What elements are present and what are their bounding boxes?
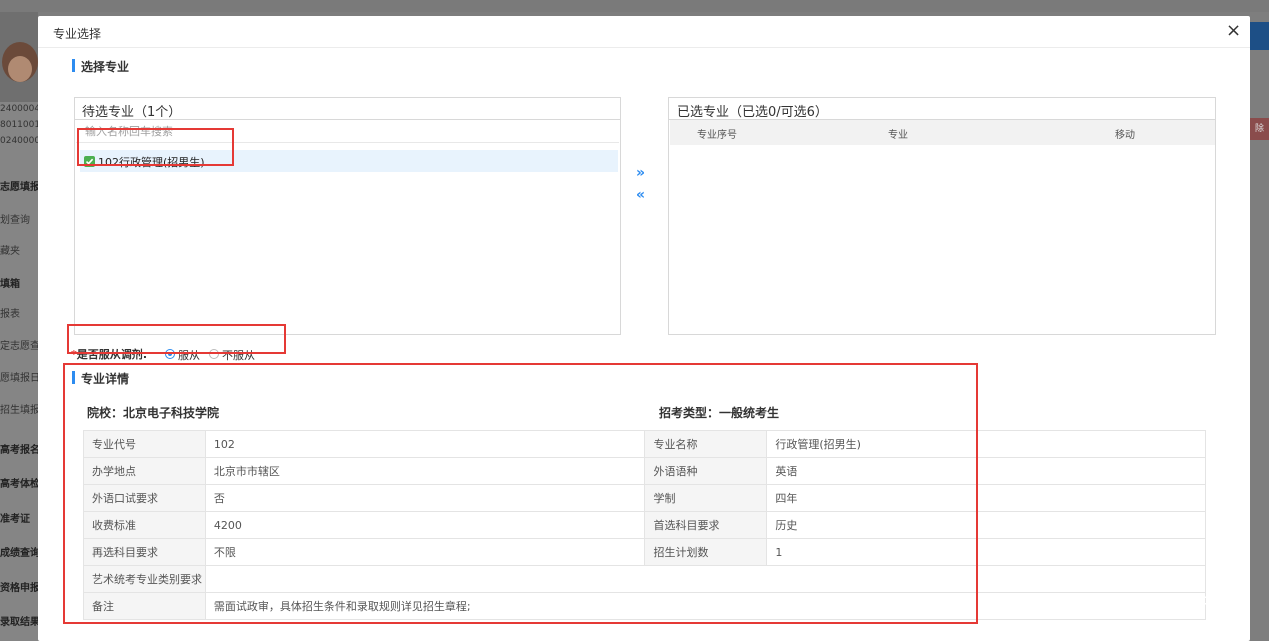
detail-value: 4200	[204, 511, 646, 539]
detail-key: 专业代号	[83, 430, 206, 458]
selected-majors-panel: 已选专业（已选0/可选6） 专业序号 专业 移动	[668, 97, 1216, 335]
sidebar-item: 志愿填报	[0, 182, 38, 193]
background-right-area	[1250, 12, 1269, 641]
dialog-body: 选择专业 待选专业（1个） 102行政管理(招男生) » « 已选专业（已选0/…	[38, 48, 1250, 641]
sidebar-item: 录取结果	[0, 617, 38, 628]
move-left-icon[interactable]: «	[636, 187, 645, 203]
detail-value: 需面试政审，具体招生条件和录取规则详见招生章程;	[204, 592, 1207, 620]
table-row: 收费标准 4200 首选科目要求 历史	[83, 511, 1206, 539]
sidebar-item: 藏夹	[0, 246, 20, 257]
sidebar-item: 愿填报日志	[0, 373, 38, 384]
id-line: 24000048	[0, 104, 38, 114]
divider	[75, 119, 620, 120]
table-row: 再选科目要求 不限 招生计划数 1	[83, 538, 1206, 566]
selected-table-header: 专业序号 专业 移动	[670, 120, 1215, 145]
detail-key: 艺术统考专业类别要求	[83, 565, 206, 593]
detail-table: 专业代号 102 专业名称 行政管理(招男生) 办学地点 北京市市辖区 外语语种…	[83, 430, 1207, 620]
background-sidebar: 24000048 8011001)3 02400004 志愿填报 划查询 藏夹 …	[0, 12, 38, 641]
sidebar-item: 准考证	[0, 514, 30, 525]
sidebar-item: 招生填报	[0, 405, 38, 416]
detail-key: 外语口试要求	[83, 484, 206, 512]
table-row: 办学地点 北京市市辖区 外语语种 英语	[83, 457, 1206, 485]
column-header: 专业	[888, 130, 908, 141]
id-line: 8011001)3	[0, 120, 38, 130]
major-select-dialog: 专业选择 × 选择专业 待选专业（1个） 102行政管理(招男生) » « 已选…	[38, 16, 1250, 641]
radio-obey-label[interactable]: 服从	[178, 347, 200, 363]
sidebar-item: 成绩查询	[0, 548, 38, 559]
detail-key: 再选科目要求	[83, 538, 206, 566]
detail-value: 否	[204, 484, 646, 512]
detail-key: 学制	[644, 484, 768, 512]
available-majors-panel: 待选专业（1个） 102行政管理(招男生)	[74, 97, 621, 335]
adjust-label: *是否服从调剂:	[71, 346, 147, 362]
list-item[interactable]: 102行政管理(招男生)	[80, 150, 618, 172]
sidebar-item: 高考体检	[0, 479, 38, 490]
detail-key: 备注	[83, 592, 206, 620]
background-delete-button: 除	[1250, 118, 1269, 140]
detail-value: 不限	[204, 538, 646, 566]
detail-key: 外语语种	[644, 457, 768, 485]
detail-value: 四年	[766, 484, 1206, 512]
table-row: 艺术统考专业类别要求	[83, 565, 1207, 593]
available-majors-title: 待选专业（1个）	[82, 105, 182, 120]
sidebar-item: 划查询	[0, 215, 30, 226]
dialog-header: 专业选择 ×	[38, 16, 1250, 48]
detail-value: 历史	[766, 511, 1206, 539]
sidebar-item: 报表	[0, 309, 20, 320]
section-title-detail: 专业详情	[72, 370, 129, 387]
background-topbar	[0, 0, 1269, 12]
search-input[interactable]	[76, 121, 619, 143]
detail-key: 收费标准	[83, 511, 206, 539]
school-name: 院校：北京电子科技学院	[87, 406, 220, 420]
radio-obey[interactable]	[165, 349, 175, 359]
table-row: 备注 需面试政审，具体招生条件和录取规则详见招生章程;	[83, 592, 1207, 620]
detail-key: 首选科目要求	[644, 511, 768, 539]
dialog-title: 专业选择	[53, 27, 102, 41]
table-row: 外语口试要求 否 学制 四年	[83, 484, 1206, 512]
radio-not-obey[interactable]	[209, 349, 219, 359]
table-row: 专业代号 102 专业名称 行政管理(招男生)	[83, 430, 1206, 458]
watermark: 高考直通车APP	[1093, 593, 1224, 615]
sidebar-item: 定志愿查询	[0, 341, 38, 352]
detail-key: 招生计划数	[644, 538, 768, 566]
sidebar-item: 填箱	[0, 279, 20, 290]
sidebar-item: 高考报名	[0, 445, 38, 456]
sidebar-item: 资格申报	[0, 583, 38, 594]
selected-majors-title: 已选专业（已选0/可选6）	[677, 105, 828, 120]
column-header: 专业序号	[697, 130, 737, 141]
detail-value: 1	[766, 538, 1206, 566]
checkbox-checked-icon[interactable]	[84, 156, 95, 167]
admission-type: 招考类型：一般统考生	[659, 406, 780, 420]
detail-value: 行政管理(招男生)	[766, 430, 1206, 458]
detail-key: 专业名称	[644, 430, 768, 458]
detail-value: 102	[204, 430, 646, 458]
id-line: 02400004	[0, 136, 38, 146]
radio-not-obey-label[interactable]: 不服从	[222, 347, 255, 363]
background-primary-button	[1250, 22, 1269, 50]
adjust-label-text: 是否服从调剂:	[76, 348, 148, 361]
detail-value: 英语	[766, 457, 1206, 485]
detail-value: 北京市市辖区	[204, 457, 646, 485]
close-icon[interactable]: ×	[1226, 22, 1241, 40]
avatar-panel	[0, 12, 38, 102]
list-item-label: 102行政管理(招男生)	[98, 156, 205, 169]
move-right-icon[interactable]: »	[636, 165, 645, 181]
section-title-select: 选择专业	[72, 58, 129, 75]
detail-key: 办学地点	[83, 457, 206, 485]
detail-value	[204, 565, 1207, 593]
avatar-face	[8, 56, 32, 82]
column-header: 移动	[1115, 130, 1135, 141]
